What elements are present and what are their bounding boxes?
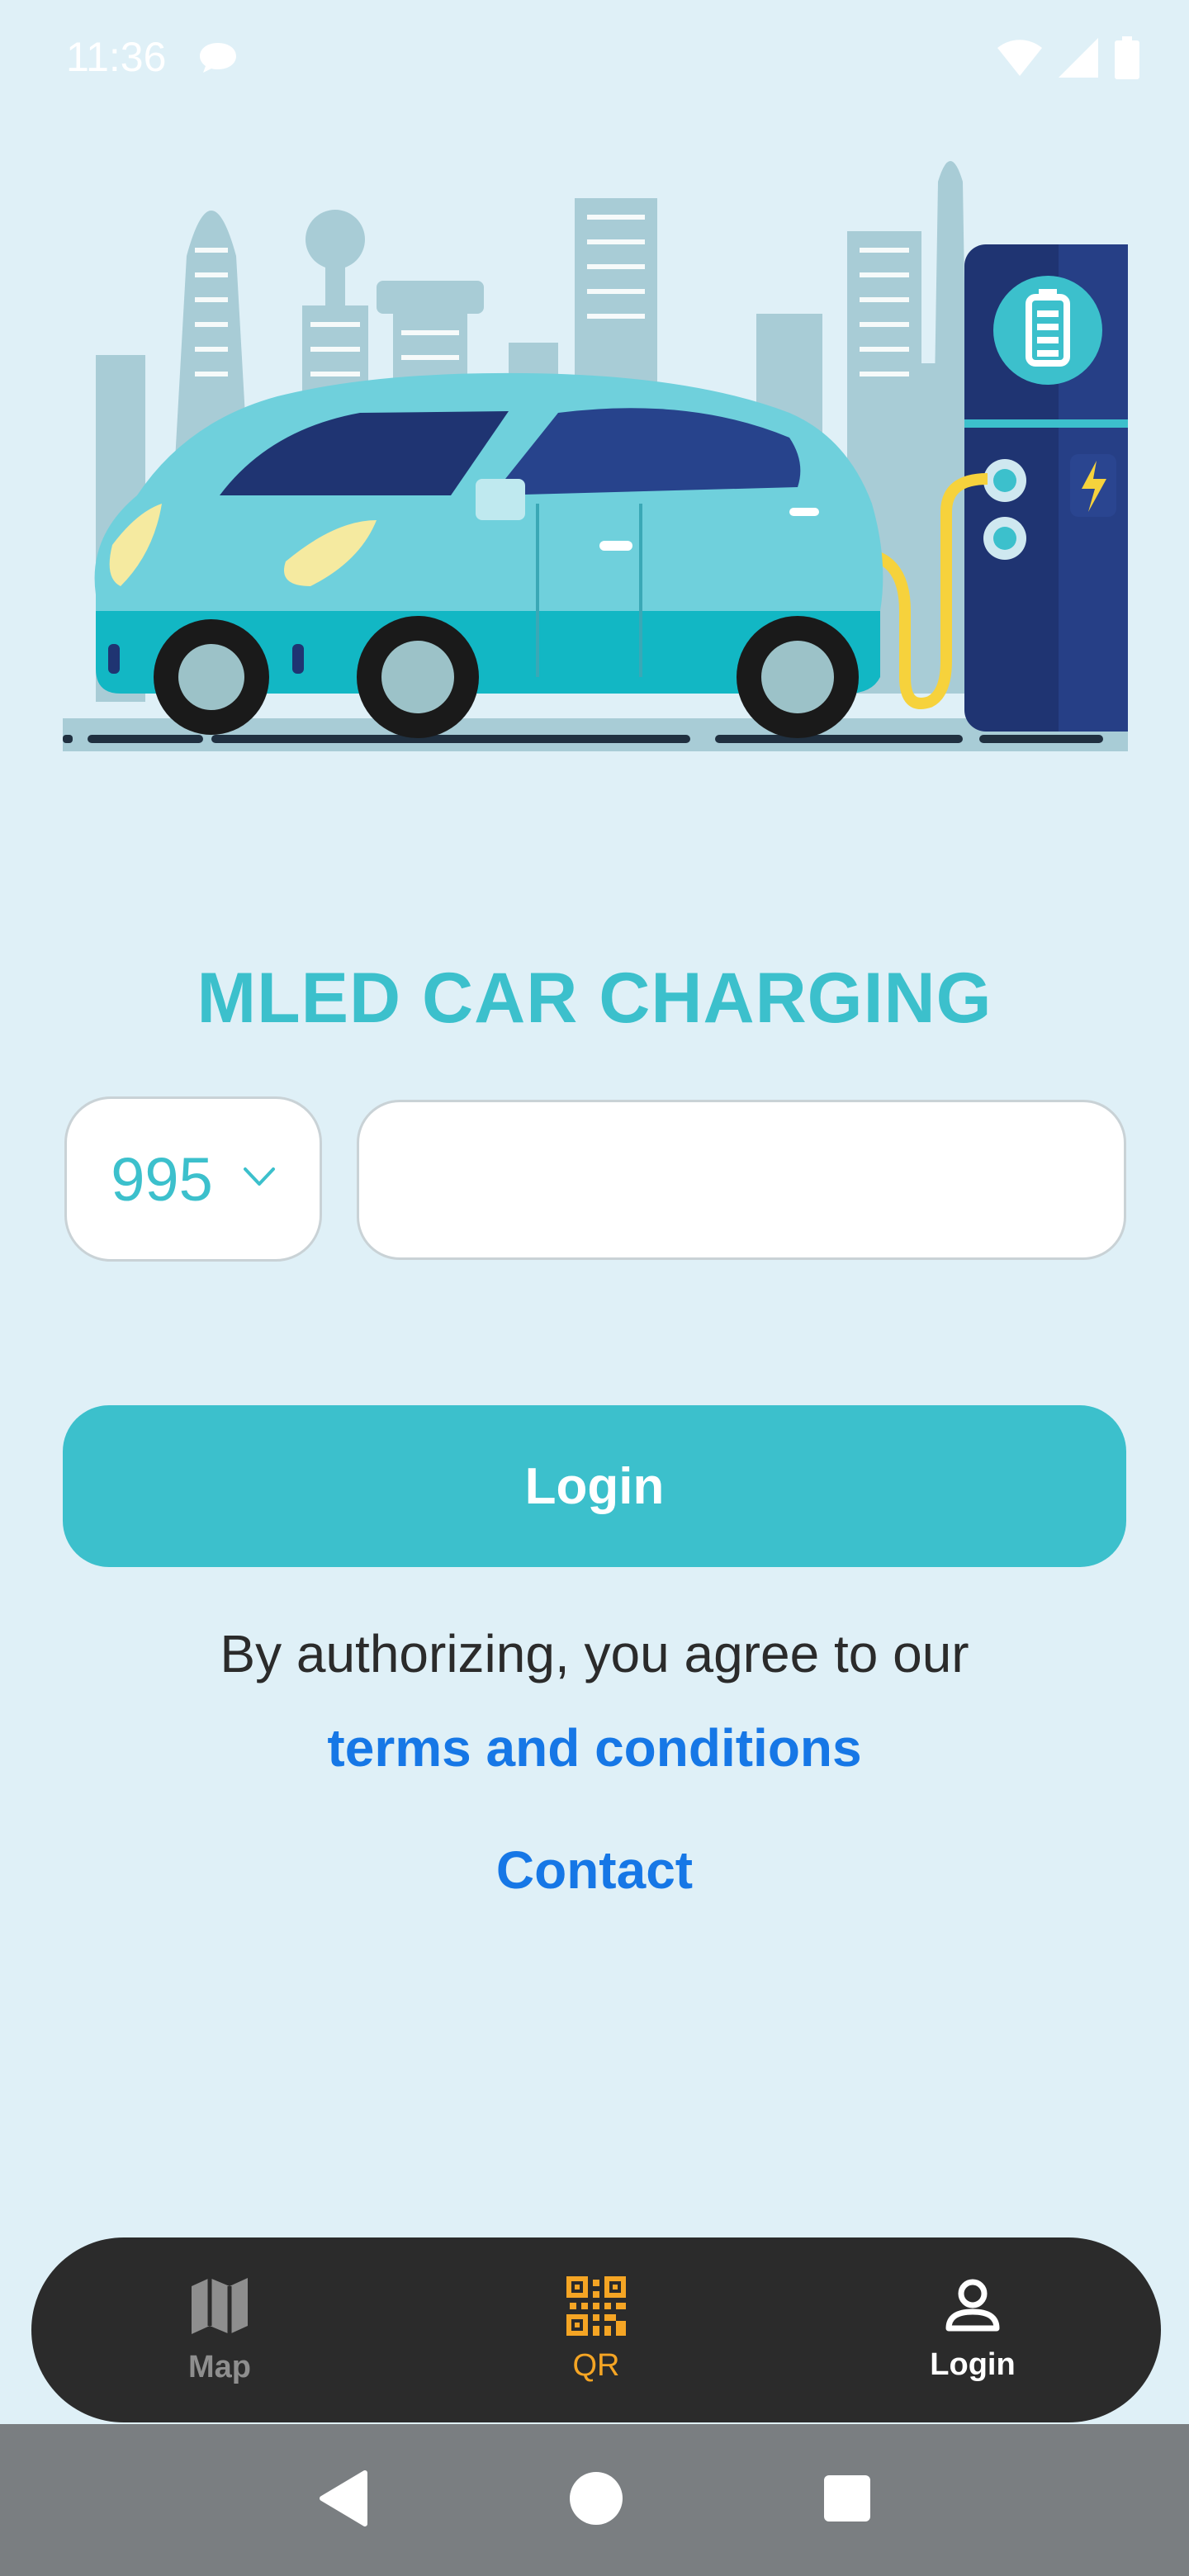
nav-map[interactable]: Map (96, 2237, 343, 2422)
back-icon[interactable] (317, 2469, 370, 2531)
nav-qr[interactable]: QR (472, 2237, 720, 2422)
login-button[interactable]: Login (63, 1405, 1126, 1567)
person-icon (944, 2277, 1002, 2339)
nav-login-label: Login (930, 2347, 1016, 2382)
phone-number-input[interactable] (357, 1100, 1126, 1260)
terms-link[interactable]: terms and conditions (0, 1717, 1189, 1778)
status-time: 11:36 (66, 34, 167, 80)
nav-login[interactable]: Login (849, 2237, 1097, 2422)
agree-text: By authorizing, you agree to our (220, 1624, 969, 1683)
chat-bubble-icon (198, 41, 238, 78)
bottom-nav: Map QR Login (31, 2237, 1161, 2422)
app-title: MLED CAR CHARGING (197, 959, 992, 1038)
ev-charging-illustration (63, 161, 1128, 751)
country-code-value: 995 (111, 1144, 213, 1214)
nav-qr-label: QR (572, 2348, 620, 2383)
qr-code-icon (566, 2276, 626, 2340)
wifi-icon (997, 40, 1042, 80)
system-nav-bar (0, 2424, 1189, 2576)
contact-link[interactable]: Contact (0, 1840, 1189, 1901)
map-icon (188, 2275, 251, 2342)
battery-icon (1115, 36, 1139, 83)
signal-icon (1059, 38, 1098, 82)
recents-icon[interactable] (822, 2474, 872, 2527)
country-code-select[interactable]: 995 (64, 1096, 322, 1262)
status-bar: 11:36 (0, 0, 1189, 124)
home-icon[interactable] (568, 2470, 624, 2531)
chevron-down-icon (243, 1167, 276, 1192)
nav-map-label: Map (188, 2350, 251, 2384)
